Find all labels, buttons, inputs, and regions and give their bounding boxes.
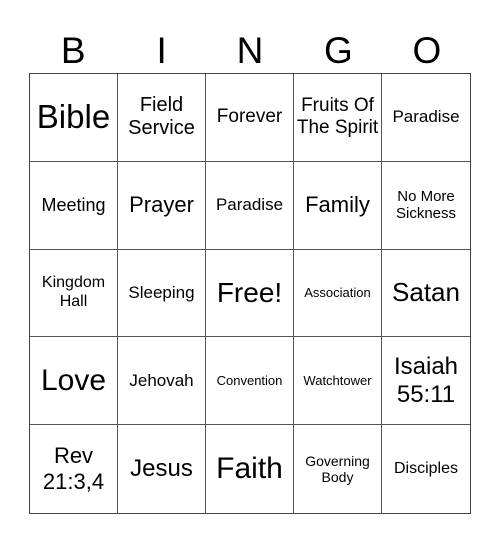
bingo-cell[interactable]: Family: [294, 161, 382, 250]
bingo-cell[interactable]: Fruits Of The Spirit: [294, 74, 382, 162]
bingo-card-grid: Bible Field Service Forever Fruits Of Th…: [29, 73, 471, 514]
bingo-cell[interactable]: Jehovah: [118, 337, 206, 426]
bingo-cell[interactable]: Meeting: [30, 161, 118, 250]
bingo-cell[interactable]: Governing Body: [294, 425, 382, 513]
bingo-cell[interactable]: Association: [294, 249, 382, 338]
bingo-cell[interactable]: Satan: [382, 250, 470, 338]
bingo-cell[interactable]: Jesus: [118, 425, 206, 513]
bingo-cell[interactable]: Watchtower: [294, 337, 382, 426]
bingo-cell[interactable]: Field Service: [118, 74, 206, 162]
bingo-cell[interactable]: Convention: [206, 337, 294, 426]
free-space-cell[interactable]: Free!: [206, 249, 294, 338]
bingo-cell[interactable]: Bible: [30, 74, 118, 162]
header-letter-g: G: [324, 30, 353, 71]
bingo-cell[interactable]: Sleeping: [118, 249, 206, 338]
bingo-cell[interactable]: Isaiah 55:11: [382, 337, 470, 426]
bingo-cell[interactable]: Forever: [206, 74, 294, 162]
bingo-cell[interactable]: Faith: [206, 425, 294, 513]
bingo-cell[interactable]: Love: [30, 337, 118, 426]
bingo-cell[interactable]: Paradise: [206, 161, 294, 250]
header-letter-n: N: [236, 30, 264, 71]
bingo-header: B I N G O: [29, 28, 471, 73]
header-letter-b: B: [60, 30, 86, 71]
bingo-cell[interactable]: No More Sickness: [382, 162, 470, 250]
bingo-cell[interactable]: Kingdom Hall: [30, 249, 118, 338]
bingo-cell[interactable]: Prayer: [118, 161, 206, 250]
header-letter-o: O: [412, 30, 442, 71]
header-letter-i: I: [156, 30, 167, 71]
bingo-cell[interactable]: Rev 21:3,4: [30, 425, 118, 513]
bingo-cell[interactable]: Disciples: [382, 425, 470, 513]
bingo-cell[interactable]: Paradise: [382, 74, 470, 162]
